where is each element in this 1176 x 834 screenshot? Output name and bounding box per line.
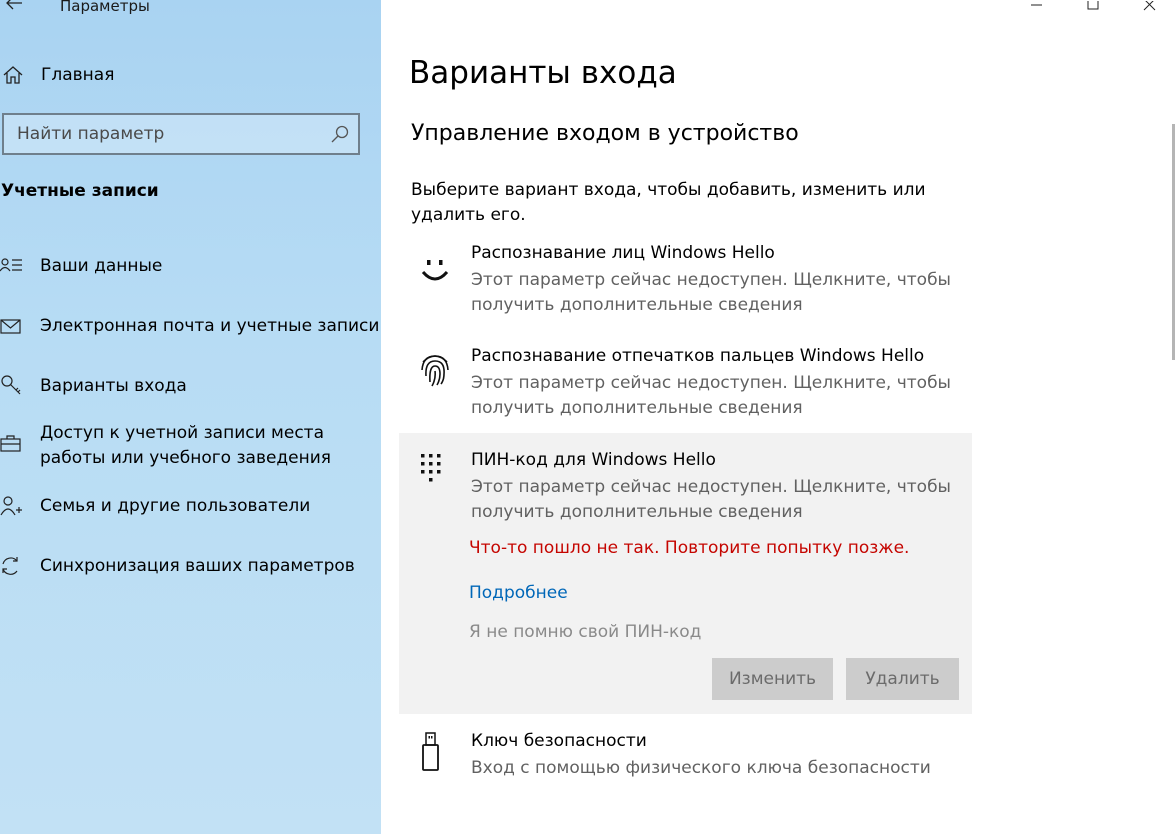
change-pin-button[interactable]: Изменить <box>712 658 833 700</box>
sidebar-item-family[interactable]: Семья и другие пользователи <box>0 494 381 520</box>
mail-icon <box>0 317 24 339</box>
page-title: Варианты входа <box>409 55 677 91</box>
back-arrow-icon <box>6 0 22 10</box>
close-icon <box>1143 0 1156 11</box>
option-description: Этот параметр сейчас недоступен. Щелкнит… <box>471 477 951 522</box>
search-icon[interactable] <box>330 124 350 144</box>
usb-key-icon <box>417 731 453 771</box>
learn-more-link[interactable]: Подробнее <box>469 583 568 603</box>
option-description: Вход с помощью физического ключа безопас… <box>471 758 931 778</box>
face-icon <box>417 248 453 288</box>
option-fingerprint[interactable]: Распознавание отпечатков пальцев Windows… <box>399 343 972 425</box>
fingerprint-icon <box>417 348 453 388</box>
sidebar-item-label: Электронная почта и учетные записи <box>40 316 380 336</box>
briefcase-icon <box>0 433 24 455</box>
sidebar-item-label: Главная <box>41 65 115 85</box>
minimize-button[interactable] <box>1016 0 1056 14</box>
sidebar: Параметры Главная Учетные записи Ваши <box>0 0 381 834</box>
remove-pin-button[interactable]: Удалить <box>846 658 959 700</box>
scrollbar[interactable] <box>1172 124 1175 360</box>
sidebar-item-your-info[interactable]: Ваши данные <box>0 254 381 280</box>
maximize-button[interactable] <box>1073 0 1113 14</box>
section-title: Учетные записи <box>1 181 159 201</box>
sidebar-item-label: Синхронизация ваших параметров <box>40 556 355 576</box>
sidebar-item-email[interactable]: Электронная почта и учетные записи <box>0 314 381 340</box>
error-message: Что-то пошло не так. Повторите попытку п… <box>469 538 910 558</box>
option-description: Этот параметр сейчас недоступен. Щелкнит… <box>471 373 951 418</box>
back-button[interactable] <box>4 0 24 13</box>
option-description: Этот параметр сейчас недоступен. Щелкнит… <box>471 270 951 315</box>
forgot-pin-link[interactable]: Я не помню свой ПИН-код <box>469 622 701 642</box>
option-title: Распознавание отпечатков пальцев Windows… <box>471 346 925 366</box>
minimize-icon <box>1031 4 1042 6</box>
option-security-key[interactable]: Ключ безопасности Вход с помощью физичес… <box>399 727 972 787</box>
sidebar-item-sync[interactable]: Синхронизация ваших параметров <box>0 554 381 580</box>
search-input[interactable] <box>4 115 324 153</box>
sidebar-item-label: Варианты входа <box>40 376 187 396</box>
sidebar-item-label: Ваши данные <box>40 256 163 276</box>
title-bar: Параметры <box>0 0 381 18</box>
key-icon <box>0 374 24 396</box>
option-face[interactable]: Распознавание лиц Windows Hello Этот пар… <box>399 240 972 322</box>
maximize-icon <box>1087 0 1099 10</box>
option-title: Ключ безопасности <box>471 731 647 751</box>
option-title: ПИН-код для Windows Hello <box>471 450 716 470</box>
person-add-icon <box>0 495 24 517</box>
keypad-icon <box>417 452 453 492</box>
sync-icon <box>0 555 24 577</box>
close-button[interactable] <box>1130 0 1170 14</box>
sidebar-item-work-access[interactable]: Доступ к учетной записи места работы или… <box>0 421 381 473</box>
home-icon <box>2 65 24 85</box>
option-pin[interactable]: ПИН-код для Windows Hello Этот параметр … <box>399 446 972 528</box>
intro-text: Выберите вариант входа, чтобы добавить, … <box>411 180 926 225</box>
sidebar-item-sign-in-options[interactable]: Варианты входа <box>0 374 381 400</box>
section-subtitle: Управление входом в устройство <box>411 121 799 146</box>
sidebar-item-label: Семья и другие пользователи <box>40 496 311 516</box>
app-title: Параметры <box>60 0 150 15</box>
search-box[interactable] <box>2 113 360 155</box>
sidebar-item-label: Доступ к учетной записи места работы или… <box>40 423 332 468</box>
sidebar-item-home[interactable]: Главная <box>0 60 381 90</box>
option-title: Распознавание лиц Windows Hello <box>471 243 775 263</box>
person-list-icon <box>0 256 24 278</box>
